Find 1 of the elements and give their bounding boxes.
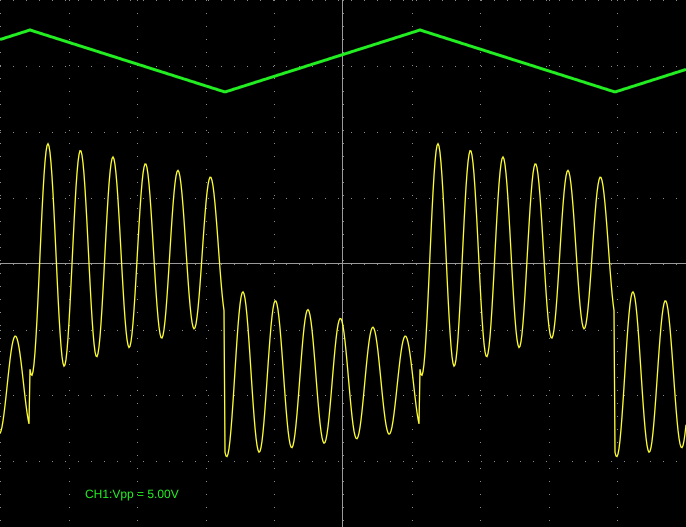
measurement-readout: CH1:Vpp = 5.00V (85, 487, 179, 501)
